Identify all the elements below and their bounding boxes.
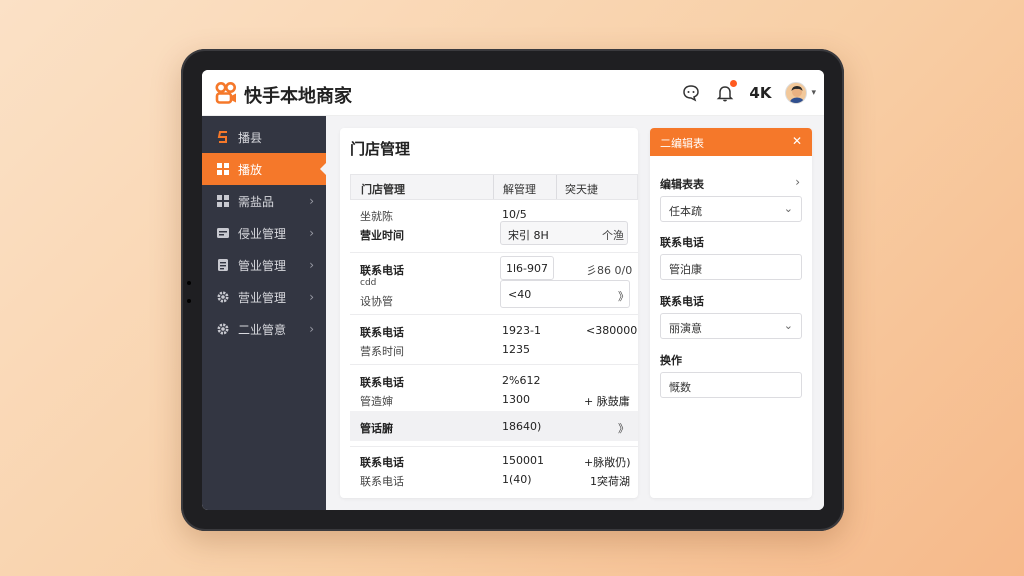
select-field[interactable]: 任本疏 ⌄: [660, 196, 802, 222]
apps-icon: [216, 194, 230, 208]
table-cell: 联系电话: [360, 376, 404, 389]
grid-icon: [216, 162, 230, 176]
table-cell: 1300: [502, 393, 530, 406]
page-title: 门店管理: [350, 140, 411, 158]
select-field[interactable]: 丽演意 ⌄: [660, 313, 802, 339]
chevron-down-icon: ⌄: [783, 202, 793, 215]
table-cell: 1235: [502, 343, 530, 356]
table-cell: 营业时间: [360, 229, 404, 242]
chevron-right-icon[interactable]: ›: [795, 175, 800, 189]
table-cell: 1l6-907: [506, 262, 549, 275]
top-bar: 快手本地商家 4K ▾: [202, 70, 824, 116]
gear-icon: [216, 290, 230, 304]
brand-s-icon: [216, 130, 230, 144]
panel-title: 二编辑表: [660, 137, 704, 150]
chevron-right-icon: ›: [309, 258, 314, 272]
table-cell: 1(40): [502, 473, 532, 486]
table-cell: 个渔: [602, 229, 624, 242]
table-header: 门店管理 解管理 突天捷: [350, 174, 638, 200]
sidebar-item-label: 需盐品: [238, 194, 275, 209]
chat-icon[interactable]: [681, 83, 701, 103]
side-button: [187, 299, 191, 303]
app-screen: 快手本地商家 4K ▾ 播县 播放 需盐品 › 侵业管理 › 管业管理 › 营业…: [202, 70, 824, 510]
sidebar: 播县 播放 需盐品 › 侵业管理 › 管业管理 › 营业管理 › 二业管意 ›: [202, 116, 327, 510]
table-cell: 1923-1: [502, 324, 541, 337]
sidebar-item-0[interactable]: 播县: [202, 121, 326, 153]
user-avatar[interactable]: [785, 82, 808, 104]
table-cell: 联系电话: [360, 326, 404, 339]
table-cell: 1突荷湖: [590, 475, 630, 488]
close-icon[interactable]: ✕: [792, 134, 802, 148]
field-label: 换作: [660, 354, 682, 367]
table-cell: <40: [508, 288, 532, 301]
table-cell: 坐就陈: [360, 210, 393, 223]
tablet-frame: 快手本地商家 4K ▾ 播县 播放 需盐品 › 侵业管理 › 管业管理 › 营业…: [181, 49, 844, 531]
table-cell: 联系电话: [360, 456, 404, 469]
text-field[interactable]: 慨数: [660, 372, 802, 398]
table-cell: 10/5: [502, 208, 527, 221]
edit-panel: 二编辑表 ✕ 编辑表表 › 任本疏 ⌄ 联系电话 管泊康 联系电话 丽演意 ⌄: [650, 128, 812, 498]
chevron-right-icon: ›: [309, 290, 314, 304]
table-cell: 18640): [502, 420, 542, 433]
sidebar-item-6[interactable]: 二业管意 ›: [202, 313, 326, 345]
sidebar-item-2[interactable]: 需盐品 ›: [202, 185, 326, 217]
header-label: 4K: [749, 84, 772, 102]
panel-header: 二编辑表 ✕: [650, 128, 812, 156]
table-cell: 宋引 8H: [508, 229, 549, 242]
settings-icon: [216, 322, 230, 336]
sidebar-item-1[interactable]: 播放: [202, 153, 327, 185]
field-label: 联系电话: [660, 236, 704, 249]
chevron-down-icon[interactable]: ▾: [811, 88, 816, 98]
table-cell: <380000: [586, 324, 638, 337]
kuaishou-logo-icon: [215, 82, 236, 104]
brand-title: 快手本地商家: [244, 86, 352, 107]
chevron-right-icon: ›: [309, 194, 314, 208]
sidebar-item-5[interactable]: 营业管理 ›: [202, 281, 326, 313]
main-content: 门店管理 门店管理 解管理 突天捷 坐就陈 10/5 营业时间 宋引 8H 个渔: [326, 116, 824, 510]
table-cell: 150001: [502, 454, 544, 467]
table-cell: + 脉鼓庸: [584, 395, 630, 408]
table-cell: cdd: [360, 278, 377, 288]
field-label: 编辑表表: [660, 178, 704, 191]
card-icon: [216, 226, 230, 240]
table-cell: 联系电话: [360, 475, 404, 488]
side-button: [187, 281, 191, 285]
sidebar-item-3[interactable]: 侵业管理 ›: [202, 217, 326, 249]
table-cell: 联系电话: [360, 264, 404, 277]
sidebar-item-4[interactable]: 管业管理 ›: [202, 249, 326, 281]
table-cell: 2%612: [502, 374, 541, 387]
column-header[interactable]: 突天捷: [565, 181, 598, 197]
column-header[interactable]: 门店管理: [361, 181, 405, 197]
sidebar-item-label: 二业管意: [238, 322, 287, 337]
chevron-right-icon: ›: [309, 226, 314, 240]
document-icon: [216, 258, 230, 272]
sidebar-item-label: 侵业管理: [238, 226, 287, 241]
table-cell: 管话腑: [360, 422, 393, 435]
table-cell: 彡86 0/0: [586, 264, 633, 277]
sidebar-item-label: 播县: [238, 130, 263, 145]
notification-badge: [730, 80, 738, 87]
text-field[interactable]: 管泊康: [660, 254, 802, 280]
chevron-down-icon: ⌄: [783, 319, 793, 332]
field-label: 联系电话: [660, 295, 704, 308]
store-management-card: 门店管理 门店管理 解管理 突天捷 坐就陈 10/5 营业时间 宋引 8H 个渔: [340, 128, 638, 498]
table-cell: 管造婶: [360, 395, 393, 408]
sidebar-item-label: 播放: [238, 162, 263, 177]
sidebar-item-label: 营业管理: [238, 290, 287, 305]
table-row[interactable]: [350, 411, 638, 441]
chevron-right-icon[interactable]: 》: [618, 420, 629, 436]
column-header[interactable]: 解管理: [503, 181, 536, 197]
table-cell: +脉敞仍): [584, 456, 631, 469]
sidebar-item-label: 管业管理: [238, 258, 287, 273]
chevron-right-icon[interactable]: 》: [618, 288, 629, 304]
chevron-right-icon: ›: [309, 322, 314, 336]
table-cell: 营系时间: [360, 345, 404, 358]
table-cell: 设协管: [360, 295, 393, 308]
bell-icon[interactable]: [715, 80, 738, 103]
